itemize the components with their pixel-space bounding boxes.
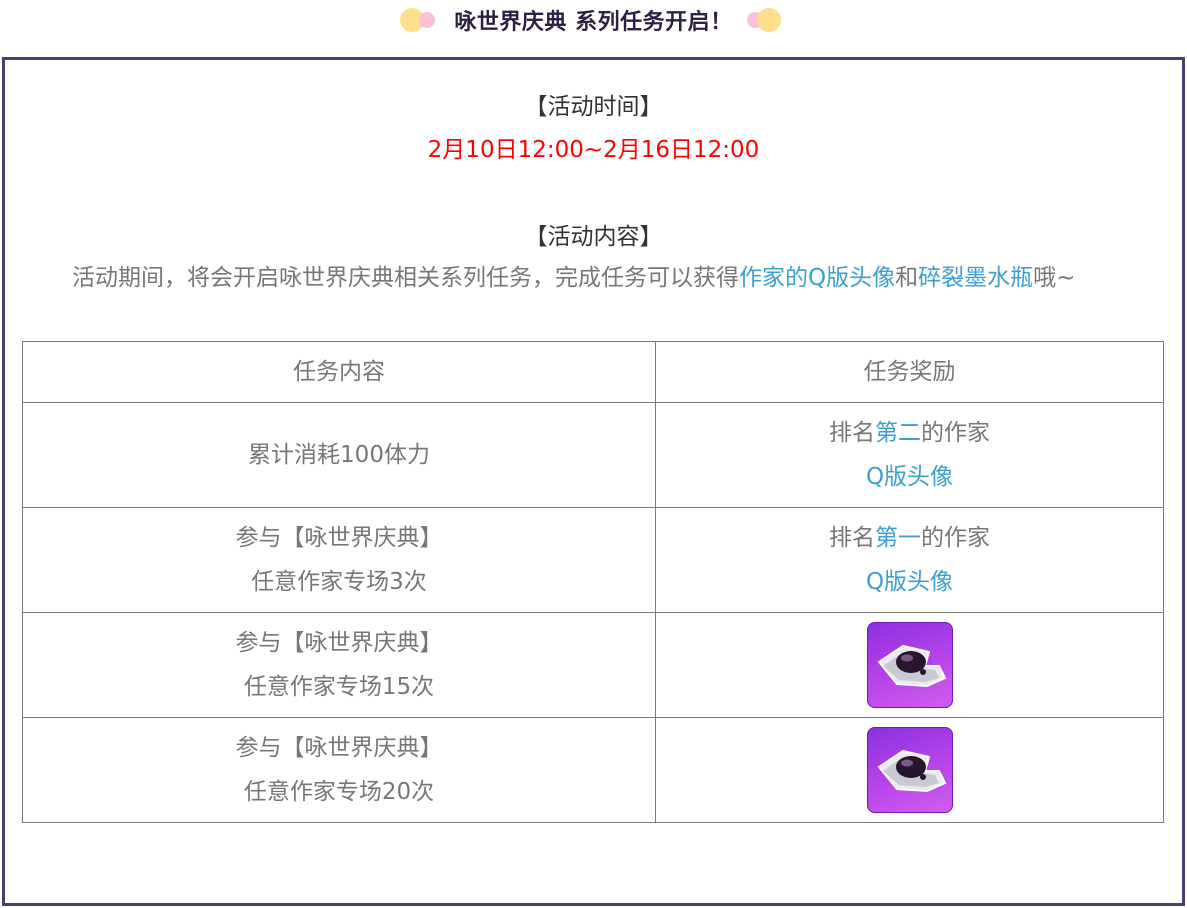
broken-ink-bottle-icon[interactable] [866,727,953,813]
task-cell: 参与【咏世界庆典】 任意作家专场3次 [22,507,656,613]
broken-ink-bottle-icon[interactable] [866,622,953,708]
page-title: 咏世界庆典 系列任务开启！ [454,10,733,35]
reward-cell [655,717,1164,823]
reward-cell [655,612,1164,718]
table-header-row: 任务内容 任务奖励 [22,341,1164,403]
content-panel: 【活动时间】 2月10日12:00~2月16日12:00 【活动内容】 活动期间… [2,57,1185,906]
task-table: 任务内容 任务奖励 累计消耗100体力 排名第二的作家 Q版头像 参与【咏世界庆… [22,341,1164,823]
decorative-dots-icon [746,6,787,34]
reward-cell: 排名第一的作家 Q版头像 [655,507,1164,613]
header-task-reward: 任务奖励 [655,341,1164,403]
reward-item: Q版头像 [865,464,954,490]
header-task-content: 任务内容 [22,341,656,403]
reward-rank-line: 排名第二的作家 [829,420,990,446]
reward-cell: 排名第二的作家 Q版头像 [655,402,1164,508]
task-text: 参与【咏世界庆典】 [235,735,443,761]
reward-item: Q版头像 [865,569,954,595]
decorative-dots-icon [400,6,440,34]
task-text: 任意作家专场3次 [251,569,427,595]
task-text: 参与【咏世界庆典】 [235,525,443,551]
activity-content-label: 【活动内容】 [524,224,663,250]
task-text: 累计消耗100体力 [248,442,430,468]
task-text: 任意作家专场15次 [243,674,435,700]
reward-rank: 第二 [875,420,921,446]
activity-time-label: 【活动时间】 [524,94,663,120]
table-row: 参与【咏世界庆典】 任意作家专场3次 排名第一的作家 Q版头像 [22,507,1164,613]
activity-description: 活动期间，将会开启咏世界庆典相关系列任务，完成任务可以获得作家的Q版头像和碎裂墨… [24,257,1164,300]
task-cell: 参与【咏世界庆典】 任意作家专场20次 [22,717,656,823]
task-cell: 累计消耗100体力 [22,402,656,508]
task-text: 参与【咏世界庆典】 [235,630,443,656]
table-row: 参与【咏世界庆典】 任意作家专场20次 [22,717,1164,823]
table-row: 参与【咏世界庆典】 任意作家专场15次 [22,612,1164,718]
description-suffix: 哦~ [1033,265,1076,291]
reward-highlight-avatar: 作家的Q版头像 [739,265,896,291]
task-text: 任意作家专场20次 [243,779,435,805]
reward-rank: 第一 [875,525,921,551]
reward-rank-line: 排名第一的作家 [829,525,990,551]
table-row: 累计消耗100体力 排名第二的作家 Q版头像 [22,402,1164,508]
description-text: 活动期间，将会开启咏世界庆典相关系列任务，完成任务可以获得 [72,265,739,291]
task-cell: 参与【咏世界庆典】 任意作家专场15次 [22,612,656,718]
activity-time-value: 2月10日12:00~2月16日12:00 [427,137,760,163]
description-connector: 和 [895,265,919,291]
page-header: 咏世界庆典 系列任务开启！ [0,0,1187,40]
reward-highlight-ink-bottle: 碎裂墨水瓶 [918,265,1034,291]
